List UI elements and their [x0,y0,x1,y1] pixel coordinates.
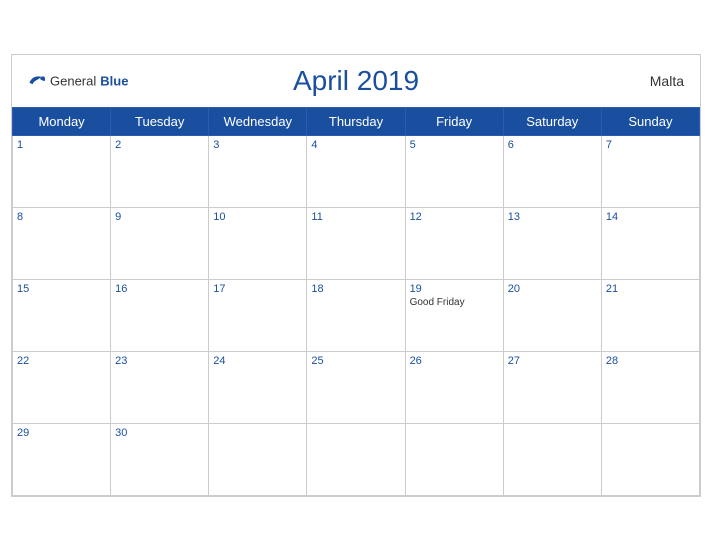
calendar-day-cell: 26 [405,351,503,423]
calendar-day-cell [209,423,307,495]
calendar-week-row: 1234567 [13,135,700,207]
day-number: 28 [606,355,695,367]
calendar-day-cell: 16 [111,279,209,351]
day-number: 11 [311,211,400,223]
calendar-day-cell: 9 [111,207,209,279]
day-number: 20 [508,283,597,295]
weekday-cell: Wednesday [209,107,307,135]
calendar-day-cell: 30 [111,423,209,495]
day-number: 3 [213,139,302,151]
day-number: 4 [311,139,400,151]
calendar-day-cell: 29 [13,423,111,495]
calendar-day-cell: 15 [13,279,111,351]
calendar-day-cell: 14 [601,207,699,279]
day-number: 9 [115,211,204,223]
logo: General Blue [28,73,128,88]
calendar-day-cell: 21 [601,279,699,351]
calendar-day-cell: 28 [601,351,699,423]
calendar-day-cell: 19 Good Friday [405,279,503,351]
day-number: 6 [508,139,597,151]
calendar-day-cell [503,423,601,495]
logo-bird-icon [28,74,46,88]
day-number: 29 [17,427,106,439]
calendar-day-cell: 11 [307,207,405,279]
day-number: 25 [311,355,400,367]
calendar-day-cell: 27 [503,351,601,423]
weekday-cell: Friday [405,107,503,135]
calendar-day-cell: 12 [405,207,503,279]
logo-blue-text: Blue [100,73,128,88]
day-number: 14 [606,211,695,223]
calendar-day-cell: 18 [307,279,405,351]
calendar: General Blue April 2019 Malta MondayTues… [11,54,701,497]
calendar-day-cell: 1 [13,135,111,207]
calendar-day-cell: 24 [209,351,307,423]
calendar-table: MondayTuesdayWednesdayThursdayFridaySatu… [12,107,700,496]
day-number: 21 [606,283,695,295]
day-number: 7 [606,139,695,151]
holiday-label: Good Friday [410,297,499,308]
calendar-day-cell: 13 [503,207,601,279]
day-number: 16 [115,283,204,295]
day-number: 2 [115,139,204,151]
calendar-header: General Blue April 2019 Malta [12,55,700,107]
weekday-cell: Saturday [503,107,601,135]
calendar-day-cell: 25 [307,351,405,423]
day-number: 15 [17,283,106,295]
calendar-day-cell [601,423,699,495]
day-number: 30 [115,427,204,439]
weekday-cell: Monday [13,107,111,135]
calendar-body: 12345678910111213141516171819Good Friday… [13,135,700,495]
day-number: 27 [508,355,597,367]
calendar-week-row: 29 30 [13,423,700,495]
weekday-cell: Thursday [307,107,405,135]
calendar-day-cell: 6 [503,135,601,207]
calendar-day-cell: 5 [405,135,503,207]
weekday-cell: Sunday [601,107,699,135]
calendar-day-cell: 2 [111,135,209,207]
weekday-header-row: MondayTuesdayWednesdayThursdayFridaySatu… [13,107,700,135]
weekday-cell: Tuesday [111,107,209,135]
calendar-day-cell: 8 [13,207,111,279]
calendar-title: April 2019 [293,65,419,97]
day-number: 22 [17,355,106,367]
day-number: 1 [17,139,106,151]
calendar-day-cell [307,423,405,495]
day-number: 19 [410,283,499,295]
day-number: 18 [311,283,400,295]
day-number: 10 [213,211,302,223]
day-number: 17 [213,283,302,295]
day-number: 13 [508,211,597,223]
day-number: 26 [410,355,499,367]
day-number: 23 [115,355,204,367]
calendar-week-row: 15 16 17 18 19 Good Friday 20 21 [13,279,700,351]
calendar-day-cell: 3 [209,135,307,207]
calendar-day-cell: 22 [13,351,111,423]
day-number: 8 [17,211,106,223]
day-number: 12 [410,211,499,223]
calendar-week-row: 89 10 11 12 13 14 [13,207,700,279]
calendar-week-row: 22 23 24 25 26 27 28 [13,351,700,423]
calendar-day-cell: 4 [307,135,405,207]
day-number: 24 [213,355,302,367]
calendar-day-cell: 17 [209,279,307,351]
logo-general-text: General [50,73,96,88]
country-label: Malta [650,73,684,89]
calendar-day-cell: 7 [601,135,699,207]
calendar-day-cell: 23 [111,351,209,423]
day-number: 5 [410,139,499,151]
calendar-day-cell: 10 [209,207,307,279]
calendar-day-cell: 20 [503,279,601,351]
calendar-day-cell [405,423,503,495]
